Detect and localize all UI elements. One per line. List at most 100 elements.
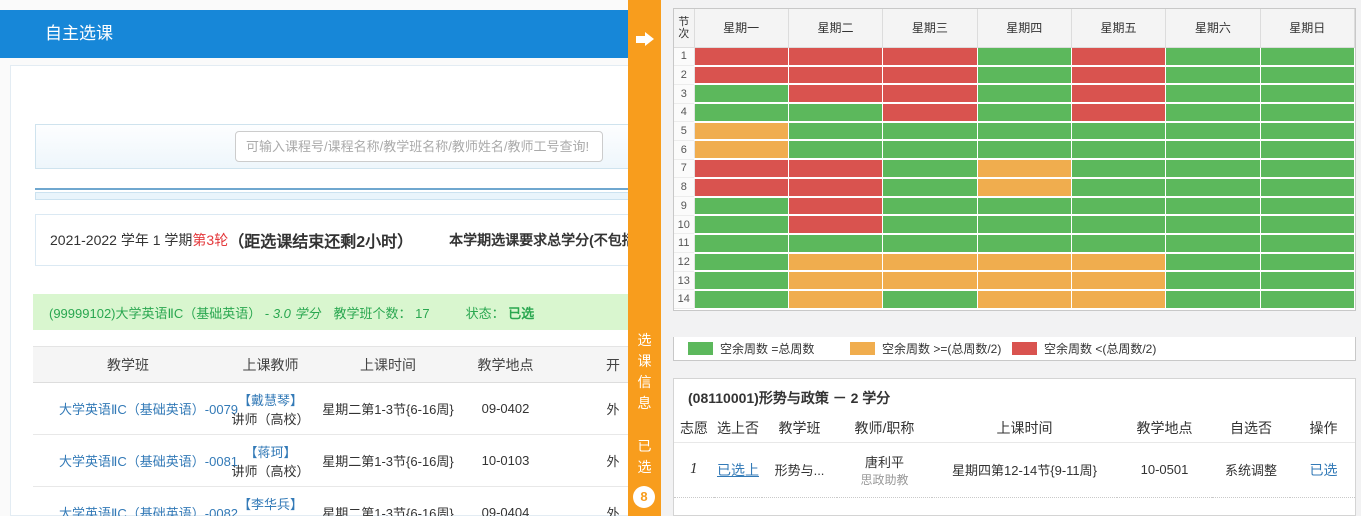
selected-table-header: 选上否 <box>714 414 762 442</box>
timetable-cell <box>788 103 882 122</box>
timetable-cell <box>788 234 882 253</box>
period-number: 3 <box>674 84 694 103</box>
class-name-link[interactable]: 大学英语ⅡC（基础英语）-0081 <box>59 454 238 469</box>
selected-class-location: 10-0501 <box>1117 442 1212 497</box>
page-title: 自主选课 <box>0 10 628 58</box>
timetable-cell <box>1166 103 1260 122</box>
timetable-cell <box>1166 140 1260 159</box>
period-number: 6 <box>674 140 694 159</box>
timetable-cell <box>1166 47 1260 66</box>
timetable-cell <box>1260 84 1354 103</box>
class-location: 09-0404 <box>458 487 553 516</box>
timetable-cell <box>1071 122 1165 141</box>
action-link[interactable]: 已选 <box>1310 462 1338 478</box>
timetable-cell <box>694 215 788 234</box>
selection-info-sidebar[interactable]: 选课信息 已选 8 <box>628 0 661 516</box>
timetable-cell <box>1166 253 1260 272</box>
course-credits: 3.0 学分 <box>273 306 321 321</box>
timetable-cell <box>788 122 882 141</box>
timetable-cell <box>883 271 977 290</box>
period-number: 8 <box>674 178 694 197</box>
timetable-cell <box>977 122 1071 141</box>
selected-status-link[interactable]: 已选上 <box>717 462 759 478</box>
class-time: 星期二第1-3节{6-16周} <box>318 383 458 435</box>
timetable-row: 5 <box>674 122 1355 141</box>
timetable-cell <box>1260 290 1354 309</box>
teacher-name[interactable]: 【戴慧琴】 <box>223 390 318 409</box>
panel-header: 自主选课 <box>0 10 628 58</box>
class-name-link[interactable]: 大学英语ⅡC（基础英语）-0082 <box>59 506 238 516</box>
timetable-cell <box>1260 197 1354 216</box>
class-time: 星期二第1-3节{6-16周} <box>318 435 458 487</box>
timetable-cell <box>1260 47 1354 66</box>
timetable-cell <box>883 159 977 178</box>
timetable-cell <box>694 197 788 216</box>
timetable-cell <box>883 84 977 103</box>
timetable-cell <box>1166 159 1260 178</box>
timetable-cell <box>694 140 788 159</box>
day-header: 星期四 <box>977 9 1071 47</box>
class-table-header-row: 教学班上课教师上课时间教学地点开 <box>33 347 673 383</box>
timetable-row: 2 <box>674 66 1355 85</box>
class-row: 大学英语ⅡC（基础英语）-0081【蒋珂】讲师（高校）星期二第1-3节{6-16… <box>33 435 673 487</box>
timetable-cell <box>883 103 977 122</box>
timetable-cell <box>1166 84 1260 103</box>
class-row: 大学英语ⅡC（基础英语）-0079【戴慧琴】讲师（高校）星期二第1-3节{6-1… <box>33 383 673 435</box>
selected-course-table: 志愿选上否教学班教师/职称上课时间教学地点自选否操作 1已选上形势与...唐利平… <box>674 414 1356 498</box>
timetable-row: 8 <box>674 178 1355 197</box>
period-corner-label: 节次 <box>674 9 694 47</box>
day-header: 星期三 <box>883 9 977 47</box>
day-header: 星期二 <box>788 9 882 47</box>
day-header: 星期日 <box>1260 9 1354 47</box>
timetable-cell <box>977 103 1071 122</box>
collapsed-filter-strip[interactable] <box>35 192 628 200</box>
period-number: 9 <box>674 197 694 216</box>
class-list-table: 教学班上课教师上课时间教学地点开 大学英语ⅡC（基础英语）-0079【戴慧琴】讲… <box>33 346 673 516</box>
timetable-cell <box>788 66 882 85</box>
course-summary-bar[interactable]: (99999102)大学英语ⅡC（基础英语） - 3.0 学分 教学班个数： 1… <box>33 294 628 330</box>
timetable-cell <box>1071 253 1165 272</box>
timetable-row: 10 <box>674 215 1355 234</box>
course-search-input[interactable] <box>235 131 603 162</box>
legend-item: 空余周数 >=(总周数/2) <box>850 340 1012 357</box>
course-status: 状态： 已选 <box>466 303 535 322</box>
timetable-cell <box>1071 290 1165 309</box>
timetable-cell <box>977 140 1071 159</box>
collapsed-filter-bar[interactable] <box>35 172 628 190</box>
selection-round: 第3轮 <box>192 230 228 250</box>
timetable-cell <box>694 178 788 197</box>
timetable-cell <box>977 84 1071 103</box>
timetable-cell <box>1166 197 1260 216</box>
class-table-body: 大学英语ⅡC（基础英语）-0079【戴慧琴】讲师（高校） 星期二第1-3节{6-1… <box>33 383 673 516</box>
period-number: 5 <box>674 122 694 141</box>
content-card: 2021-2022 学年 1 学期第3轮（距选课结束还剩2小时）本学期选课要求总… <box>10 65 628 516</box>
timetable-cell <box>1260 178 1354 197</box>
timetable-cell <box>788 159 882 178</box>
timetable-cell <box>977 215 1071 234</box>
legend-swatch <box>850 342 875 355</box>
collapse-arrow-icon[interactable] <box>628 32 661 46</box>
period-number: 2 <box>674 66 694 85</box>
timetable-region: 节次星期一星期二星期三星期四星期五星期六星期日 1234567891011121… <box>661 0 1361 516</box>
timetable-cell <box>1260 271 1354 290</box>
timetable-cell <box>788 178 882 197</box>
selected-table-header-row: 志愿选上否教学班教师/职称上课时间教学地点自选否操作 <box>674 414 1356 442</box>
selected-course-panel: (08110001)形势与政策 － 2 学分 志愿选上否教学班教师/职称上课时间… <box>673 378 1356 516</box>
timetable-cell <box>1166 178 1260 197</box>
timetable-cell <box>883 178 977 197</box>
class-name-link[interactable]: 大学英语ⅡC（基础英语）-0079 <box>59 402 238 417</box>
timetable-row: 12 <box>674 253 1355 272</box>
period-number: 12 <box>674 253 694 272</box>
legend-label: 空余周数 =总周数 <box>720 340 814 357</box>
timetable-cell <box>977 271 1071 290</box>
timetable-row: 14 <box>674 290 1355 309</box>
teacher-title: 讲师（高校） <box>223 513 318 516</box>
timetable-cell <box>694 271 788 290</box>
course-selection-panel: 自主选课 2021-2022 学年 1 学期第3轮（距选课结束还剩2小时）本学期… <box>0 0 628 516</box>
timetable-cell <box>1166 122 1260 141</box>
teacher-name[interactable]: 【李华兵】 <box>223 494 318 513</box>
timetable-cell <box>977 66 1071 85</box>
sidebar-label-selected: 已选 <box>628 436 661 478</box>
timetable-cell <box>694 290 788 309</box>
timetable-cell <box>1260 66 1354 85</box>
